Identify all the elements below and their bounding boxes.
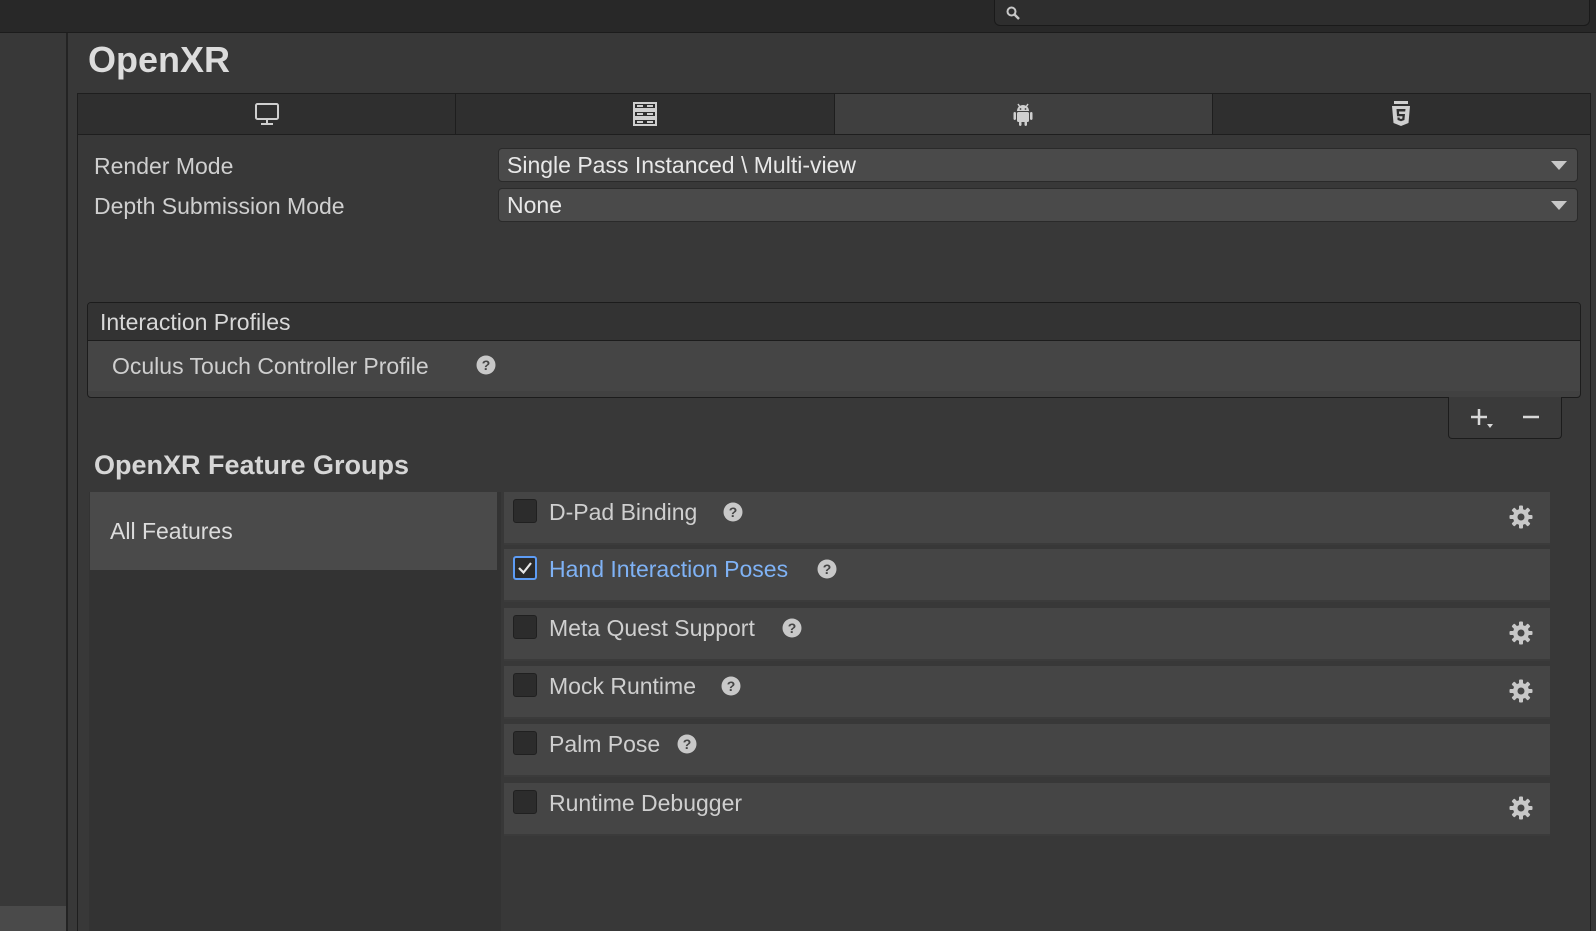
- search-icon: [1006, 6, 1020, 20]
- feature-label: Meta Quest Support: [549, 615, 755, 641]
- feature-label: Palm Pose: [549, 731, 661, 757]
- feature-checkbox[interactable]: [513, 556, 537, 580]
- interaction-profiles-list: Interaction Profiles Oculus Touch Contro…: [87, 302, 1581, 398]
- help-icon[interactable]: ?: [817, 559, 837, 579]
- add-button[interactable]: [1467, 405, 1497, 431]
- render-mode-value: Single Pass Instanced \ Multi-view: [507, 152, 856, 178]
- interaction-profiles-header: Interaction Profiles: [88, 303, 1580, 341]
- render-mode-dropdown[interactable]: Single Pass Instanced \ Multi-view: [498, 148, 1578, 182]
- search-input[interactable]: [1027, 0, 1571, 26]
- feature-checkbox[interactable]: [513, 790, 537, 814]
- svg-text:?: ?: [683, 736, 692, 752]
- tab-server[interactable]: [456, 94, 835, 134]
- feature-row-dpad-binding: D-Pad Binding ?: [504, 492, 1550, 545]
- feature-checkbox[interactable]: [513, 731, 537, 755]
- feature-groups-list: All Features: [89, 492, 501, 931]
- depth-submission-label: Depth Submission Mode: [94, 193, 345, 219]
- tab-webgl[interactable]: [1212, 94, 1590, 134]
- tab-standalone[interactable]: [78, 94, 457, 134]
- profile-add-remove: [1448, 397, 1562, 439]
- svg-text:?: ?: [729, 504, 738, 520]
- profile-label: Oculus Touch Controller Profile: [112, 353, 429, 379]
- svg-text:?: ?: [823, 561, 832, 577]
- server-icon: [632, 102, 657, 126]
- feature-label: Hand Interaction Poses: [549, 556, 789, 582]
- checkmark-icon: [518, 562, 532, 575]
- feature-row-palm-pose: Palm Pose ?: [504, 724, 1550, 777]
- tab-android[interactable]: [834, 94, 1213, 134]
- depth-submission-value: None: [507, 192, 562, 218]
- help-icon[interactable]: ?: [677, 734, 697, 754]
- group-item-label: All Features: [110, 518, 233, 544]
- render-mode-label: Render Mode: [94, 153, 234, 179]
- features-list: D-Pad Binding ? Hand Interaction Poses ?…: [502, 492, 1552, 931]
- gear-icon[interactable]: [1508, 678, 1534, 704]
- svg-text:?: ?: [727, 678, 736, 694]
- feature-row-hand-interaction-poses: Hand Interaction Poses ?: [504, 549, 1550, 602]
- feature-row-mock-runtime: Mock Runtime ?: [504, 666, 1550, 719]
- help-icon[interactable]: ?: [476, 355, 496, 375]
- chevron-down-icon: [1551, 201, 1567, 210]
- svg-text:?: ?: [788, 620, 797, 636]
- chevron-down-icon: [1551, 161, 1567, 170]
- monitor-icon: [254, 103, 279, 125]
- platform-tabs: [77, 93, 1591, 135]
- feature-checkbox[interactable]: [513, 673, 537, 697]
- depth-submission-dropdown[interactable]: None: [498, 188, 1578, 222]
- page-title: OpenXR: [88, 39, 231, 80]
- android-icon: [1013, 103, 1033, 126]
- list-item[interactable]: Oculus Touch Controller Profile ?: [88, 341, 1580, 391]
- remove-button[interactable]: [1519, 405, 1543, 431]
- render-mode-row: Render Mode Single Pass Instanced \ Mult…: [78, 148, 1590, 184]
- feature-checkbox[interactable]: [513, 499, 537, 523]
- feature-label: D-Pad Binding: [549, 499, 698, 525]
- platform-settings: Render Mode Single Pass Instanced \ Mult…: [77, 135, 1591, 931]
- feature-groups-title: OpenXR Feature Groups: [94, 450, 410, 480]
- feature-row-meta-quest-support: Meta Quest Support ?: [504, 608, 1550, 661]
- feature-label: Runtime Debugger: [549, 790, 743, 816]
- gear-icon[interactable]: [1508, 620, 1534, 646]
- feature-row-runtime-debugger: Runtime Debugger: [504, 783, 1550, 836]
- depth-submission-row: Depth Submission Mode None: [78, 188, 1590, 224]
- left-panel: [0, 33, 68, 931]
- settings-panel: OpenXR Render Mode Single Pass Instanced…: [68, 33, 1596, 931]
- help-icon[interactable]: ?: [782, 618, 802, 638]
- svg-text:?: ?: [482, 357, 491, 373]
- help-icon[interactable]: ?: [721, 676, 741, 696]
- gear-icon[interactable]: [1508, 795, 1534, 821]
- feature-checkbox[interactable]: [513, 615, 537, 639]
- left-panel-footer: [0, 906, 66, 931]
- group-item-all-features[interactable]: All Features: [90, 492, 497, 570]
- help-icon[interactable]: ?: [723, 502, 743, 522]
- search-bar[interactable]: [994, 0, 1590, 26]
- interaction-profiles-title: Interaction Profiles: [100, 309, 291, 335]
- feature-label: Mock Runtime: [549, 673, 696, 699]
- html5-icon: [1392, 101, 1411, 126]
- top-bar: [0, 0, 1596, 33]
- gear-icon[interactable]: [1508, 504, 1534, 530]
